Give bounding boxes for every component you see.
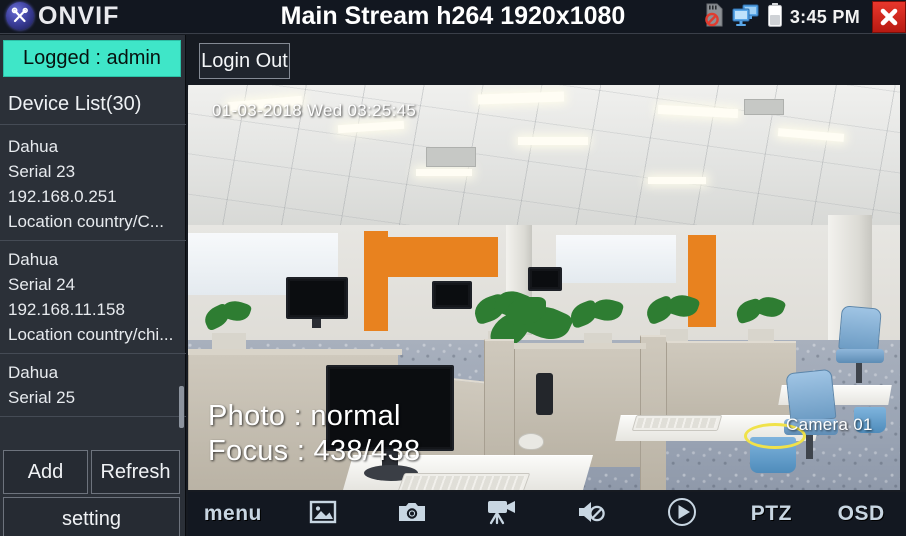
sdcard-disabled-icon xyxy=(703,2,725,33)
osd-button[interactable]: OSD xyxy=(816,492,906,536)
list-item[interactable]: Dahua Serial 25 xyxy=(0,354,186,417)
office-chair-post xyxy=(856,363,862,383)
close-icon[interactable] xyxy=(872,1,906,33)
ceiling-light xyxy=(648,177,706,184)
login-out-button[interactable]: Login Out xyxy=(199,43,290,79)
video-timestamp-overlay: 01-03-2018 Wed 03:25:45 xyxy=(212,101,417,120)
ceiling-light xyxy=(416,169,472,176)
device-ip: 192.168.0.251 xyxy=(8,187,117,206)
monitor xyxy=(528,267,562,291)
onvif-tester-window: ONVIF Main Stream h264 1920x1080 3:45 PM… xyxy=(0,0,906,536)
monitor-screen xyxy=(532,271,558,287)
office-chair-seat xyxy=(836,349,884,363)
camera-name-overlay: Camera 01 xyxy=(786,415,873,434)
battery-icon xyxy=(767,2,783,33)
device-list-header: Device List(30) xyxy=(0,85,186,125)
play-circle-icon xyxy=(667,497,697,532)
refresh-button[interactable]: Refresh xyxy=(91,450,180,494)
device-serial: Serial 25 xyxy=(8,388,76,407)
device-sidebar: Logged : admin Device List(30) Dahua Ser… xyxy=(0,35,186,536)
device-serial: Serial 24 xyxy=(8,275,76,294)
play-button[interactable] xyxy=(637,492,727,536)
status-bar: 3:45 PM xyxy=(703,0,906,34)
monitor xyxy=(286,277,348,319)
list-item[interactable]: Dahua Serial 24 192.168.11.158 Location … xyxy=(0,241,186,354)
office-chair-post xyxy=(806,435,813,459)
monitor-stand xyxy=(312,319,321,328)
cubicle-partition xyxy=(640,335,666,490)
image-icon xyxy=(309,500,337,529)
orange-wall-accent xyxy=(364,231,388,331)
office-chair xyxy=(838,305,882,353)
bottom-toolbar: menu PTZ OSD xyxy=(188,492,906,536)
keyboard xyxy=(395,473,531,490)
camera-scene: 01-03-2018 Wed 03:25:45 Photo : normal F… xyxy=(188,85,900,490)
add-button[interactable]: Add xyxy=(3,450,88,494)
device-location: Location country/chi... xyxy=(8,325,174,344)
monitor-screen xyxy=(290,281,344,315)
snapshot-button[interactable] xyxy=(368,492,458,536)
camera-icon xyxy=(397,500,427,529)
device-ip: 192.168.11.158 xyxy=(8,300,125,319)
mouse xyxy=(518,433,544,450)
cubicle-top-rail xyxy=(188,349,402,355)
menu-button-label: menu xyxy=(203,502,262,525)
orange-wall-accent xyxy=(388,237,498,277)
photo-mode-overlay: Photo : normal xyxy=(208,400,401,432)
sidebar-scrollbar[interactable] xyxy=(179,128,185,478)
device-name: Dahua xyxy=(8,137,59,156)
water-bottle xyxy=(536,373,553,415)
network-monitors-icon xyxy=(732,3,760,32)
record-button[interactable] xyxy=(457,492,547,536)
window xyxy=(556,235,676,283)
monitor-screen xyxy=(436,285,468,305)
cubicle-top-rail xyxy=(514,343,646,349)
device-name: Dahua xyxy=(8,363,59,382)
menu-button[interactable]: menu xyxy=(188,492,278,536)
sidebar-scrollbar-thumb[interactable] xyxy=(179,386,184,428)
app-logo-text: ONVIF xyxy=(38,2,120,30)
clock: 3:45 PM xyxy=(789,7,860,27)
logged-status-badge: Logged : admin xyxy=(3,40,181,77)
ceiling-light xyxy=(518,137,588,145)
speaker-mute-icon xyxy=(577,499,607,530)
device-location: Location country/C... xyxy=(8,212,164,231)
ceiling-vent xyxy=(426,147,476,167)
video-camera-icon xyxy=(486,499,518,530)
gallery-button[interactable] xyxy=(278,492,368,536)
onvif-tools-icon xyxy=(6,2,34,30)
focus-value-overlay: Focus : 438/438 xyxy=(208,435,421,467)
video-preview[interactable]: 01-03-2018 Wed 03:25:45 Photo : normal F… xyxy=(188,85,900,490)
app-logo: ONVIF xyxy=(6,2,119,30)
monitor xyxy=(432,281,472,309)
list-item[interactable]: Dahua Serial 23 192.168.0.251 Location c… xyxy=(0,128,186,241)
ceiling-vent xyxy=(744,99,784,115)
setting-button[interactable]: setting xyxy=(3,497,180,536)
ptz-button[interactable]: PTZ xyxy=(727,492,817,536)
ptz-button-label: PTZ xyxy=(750,502,792,525)
device-serial: Serial 23 xyxy=(8,162,76,181)
title-bar: ONVIF Main Stream h264 1920x1080 3:45 PM xyxy=(0,0,906,34)
device-list[interactable]: Dahua Serial 23 192.168.0.251 Location c… xyxy=(0,128,186,478)
osd-button-label: OSD xyxy=(837,502,885,525)
device-name: Dahua xyxy=(8,250,59,269)
keyboard xyxy=(631,415,723,431)
keyboard-keys xyxy=(635,418,719,428)
audio-mute-button[interactable] xyxy=(547,492,637,536)
keyboard-keys xyxy=(399,476,527,490)
